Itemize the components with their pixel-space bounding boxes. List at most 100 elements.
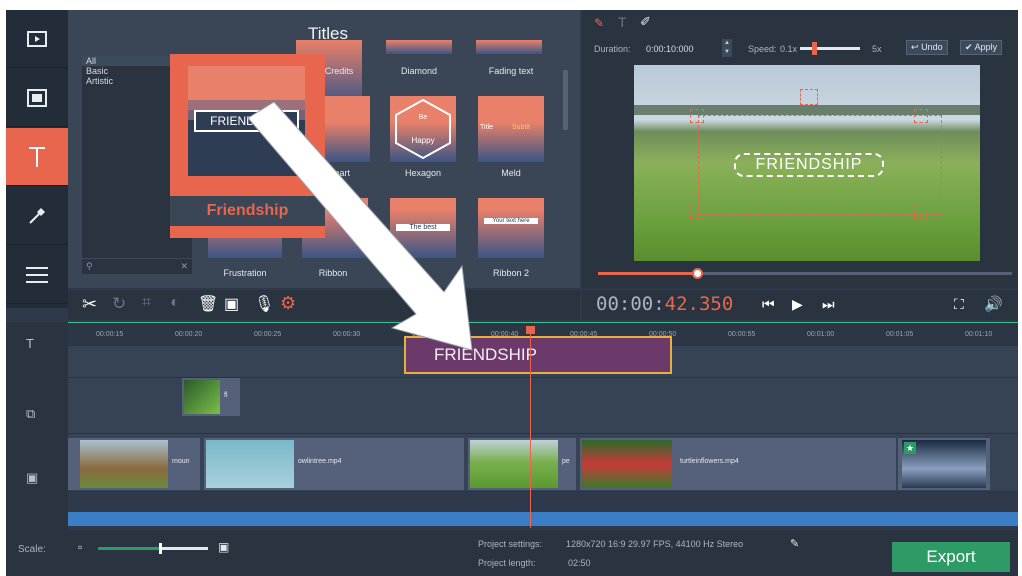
microphone-icon[interactable]: 🎙	[254, 294, 274, 314]
hexagon-graphic	[395, 98, 451, 160]
clip-properties-icon[interactable]: ✎	[594, 16, 604, 30]
clip-name: moun	[172, 458, 190, 465]
color-properties-icon[interactable]: ✐	[640, 14, 651, 30]
hamburger-icon	[26, 266, 48, 283]
tile-label: Frustration	[223, 268, 267, 278]
seek-handle[interactable]	[692, 268, 704, 279]
ruler-tick-label: 00:01:05	[886, 331, 914, 338]
scale-slider[interactable]	[98, 543, 208, 554]
title-tile-meld[interactable]: Title Subtit	[478, 96, 544, 162]
rotate-icon[interactable]: ↻	[112, 294, 126, 314]
title-tile-hexagon[interactable]: Be Happy	[390, 96, 456, 162]
apply-button[interactable]: ✔ Apply	[960, 40, 1003, 55]
title-tile-heart[interactable]	[318, 96, 370, 162]
playhead-marker[interactable]	[526, 326, 535, 334]
fullscreen-icon[interactable]: ⛶	[954, 296, 964, 313]
clip-thumbnail	[470, 440, 558, 488]
meld-text-right: Subtit	[512, 124, 530, 131]
edit-settings-icon[interactable]: ✎	[790, 537, 799, 550]
magic-wand-icon	[29, 207, 45, 224]
project-settings-value: 1280x720 16:9 29.97 FPS, 44100 Hz Stereo	[566, 539, 744, 549]
speed-slider-handle[interactable]	[812, 42, 817, 55]
overlay-handle[interactable]	[690, 109, 704, 123]
video-clip[interactable]: owlintree.mp4	[204, 438, 464, 490]
overlay-title-text: FRIENDSHIP	[734, 153, 884, 177]
speed-label: Speed:	[748, 44, 777, 54]
duration-input[interactable]: 0:00:10:000	[646, 44, 694, 54]
video-clip[interactable]: pe	[468, 438, 576, 490]
category-search[interactable]: ⚲ ✕	[82, 258, 192, 274]
timecode-main: 00:00:	[596, 293, 665, 315]
duration-label: Duration:	[594, 44, 631, 54]
color-adjust-icon[interactable]: ◐	[170, 294, 180, 312]
ruler-tick-label: 00:00:30	[333, 331, 361, 338]
friendship-banner: FRIENDSHIP	[194, 110, 299, 132]
seek-bar[interactable]	[598, 268, 1012, 279]
edit-toolbar: ✂ ↻ ⌗ ◐ 🗑 ▣ 🎙 ⚙	[68, 290, 580, 320]
hexagon-text-bottom: Happy	[411, 136, 435, 145]
project-length-value: 02:50	[568, 558, 591, 568]
ruler-tick-label: 00:00:20	[175, 331, 203, 338]
speed-max-label: 5x	[872, 44, 882, 54]
playhead[interactable]	[526, 326, 535, 528]
audio-track-clip[interactable]	[68, 512, 1018, 526]
text-t-icon	[29, 146, 45, 167]
tile-label: Diamond	[400, 66, 438, 76]
scale-slider-handle[interactable]	[158, 543, 162, 554]
magic-button[interactable]	[6, 187, 68, 245]
volume-icon[interactable]: 🔊	[984, 295, 1003, 313]
tiles-scrollbar[interactable]	[563, 70, 568, 130]
clip-name: owlintree.mp4	[298, 458, 342, 465]
title-clip[interactable]: FRIENDSHIP	[404, 336, 672, 374]
export-button[interactable]: Export	[892, 542, 1010, 572]
settings-gear-icon[interactable]: ⚙	[280, 293, 296, 314]
speed-min-label: 0.1x	[780, 44, 798, 54]
overlay-handle[interactable]	[914, 109, 928, 123]
clip-name: pe	[562, 458, 570, 465]
zoom-out-icon[interactable]: ▫	[78, 540, 82, 554]
title-tile-diamond[interactable]	[386, 40, 452, 54]
friendship-tile-callout[interactable]: FRIENDSHIP Friendship	[170, 54, 325, 238]
video-track: moun owlintree.mp4 pe turtleinflowers.mp…	[68, 434, 1018, 492]
tile-label: Ribbon 2	[492, 268, 530, 278]
filters-button[interactable]	[6, 69, 68, 127]
tree-line	[634, 105, 980, 115]
tool-sidebar	[6, 10, 68, 308]
timecode: 00:00:42.350	[596, 293, 733, 315]
more-button[interactable]	[6, 246, 68, 304]
undo-button[interactable]: ↩ Undo	[906, 40, 948, 55]
duration-stepper[interactable]: ▲ ▼	[722, 39, 732, 57]
ruler-tick-label: 00:00:25	[254, 331, 282, 338]
overlay-clip-thumbnail	[184, 380, 220, 414]
video-clip[interactable]: ★	[898, 438, 990, 490]
text-properties-icon[interactable]: T	[618, 14, 627, 30]
skip-forward-icon[interactable]: ⏭	[822, 296, 835, 313]
scissors-icon[interactable]: ✂	[82, 294, 97, 315]
friendship-tile-label: Friendship	[170, 196, 325, 226]
zoom-in-icon[interactable]: ▣	[218, 540, 229, 554]
tile-label: Ribbon	[318, 268, 348, 278]
overlay-handle[interactable]	[690, 205, 704, 219]
ruler-tick-label: 00:01:10	[965, 331, 993, 338]
project-length-label: Project length:	[478, 558, 536, 568]
video-clip[interactable]: moun	[68, 438, 200, 490]
overlay-handle[interactable]	[800, 89, 818, 105]
import-button[interactable]	[6, 10, 68, 68]
clear-icon[interactable]: ✕	[180, 261, 188, 272]
title-tile-ribbon-2[interactable]: Your text here	[478, 198, 544, 258]
title-tile-the-best[interactable]: The best	[390, 198, 456, 258]
trash-icon[interactable]: 🗑	[198, 294, 218, 314]
speed-slider[interactable]	[800, 42, 860, 55]
clip-thumbnail	[80, 440, 168, 488]
video-clip[interactable]: turtleinflowers.mp4	[580, 438, 896, 490]
crop-icon[interactable]: ⌗	[142, 294, 151, 312]
video-preview[interactable]: FRIENDSHIP	[634, 65, 980, 261]
overlay-handle[interactable]	[914, 205, 928, 219]
play-icon[interactable]: ▶	[792, 296, 803, 313]
clip-thumbnail	[206, 440, 294, 488]
overlay-clip[interactable]: fl	[182, 378, 240, 416]
titles-button[interactable]	[6, 128, 68, 186]
image-icon[interactable]: ▣	[224, 294, 239, 314]
skip-back-icon[interactable]: ⏮	[762, 296, 775, 313]
title-tile-fading-text[interactable]	[476, 40, 542, 54]
